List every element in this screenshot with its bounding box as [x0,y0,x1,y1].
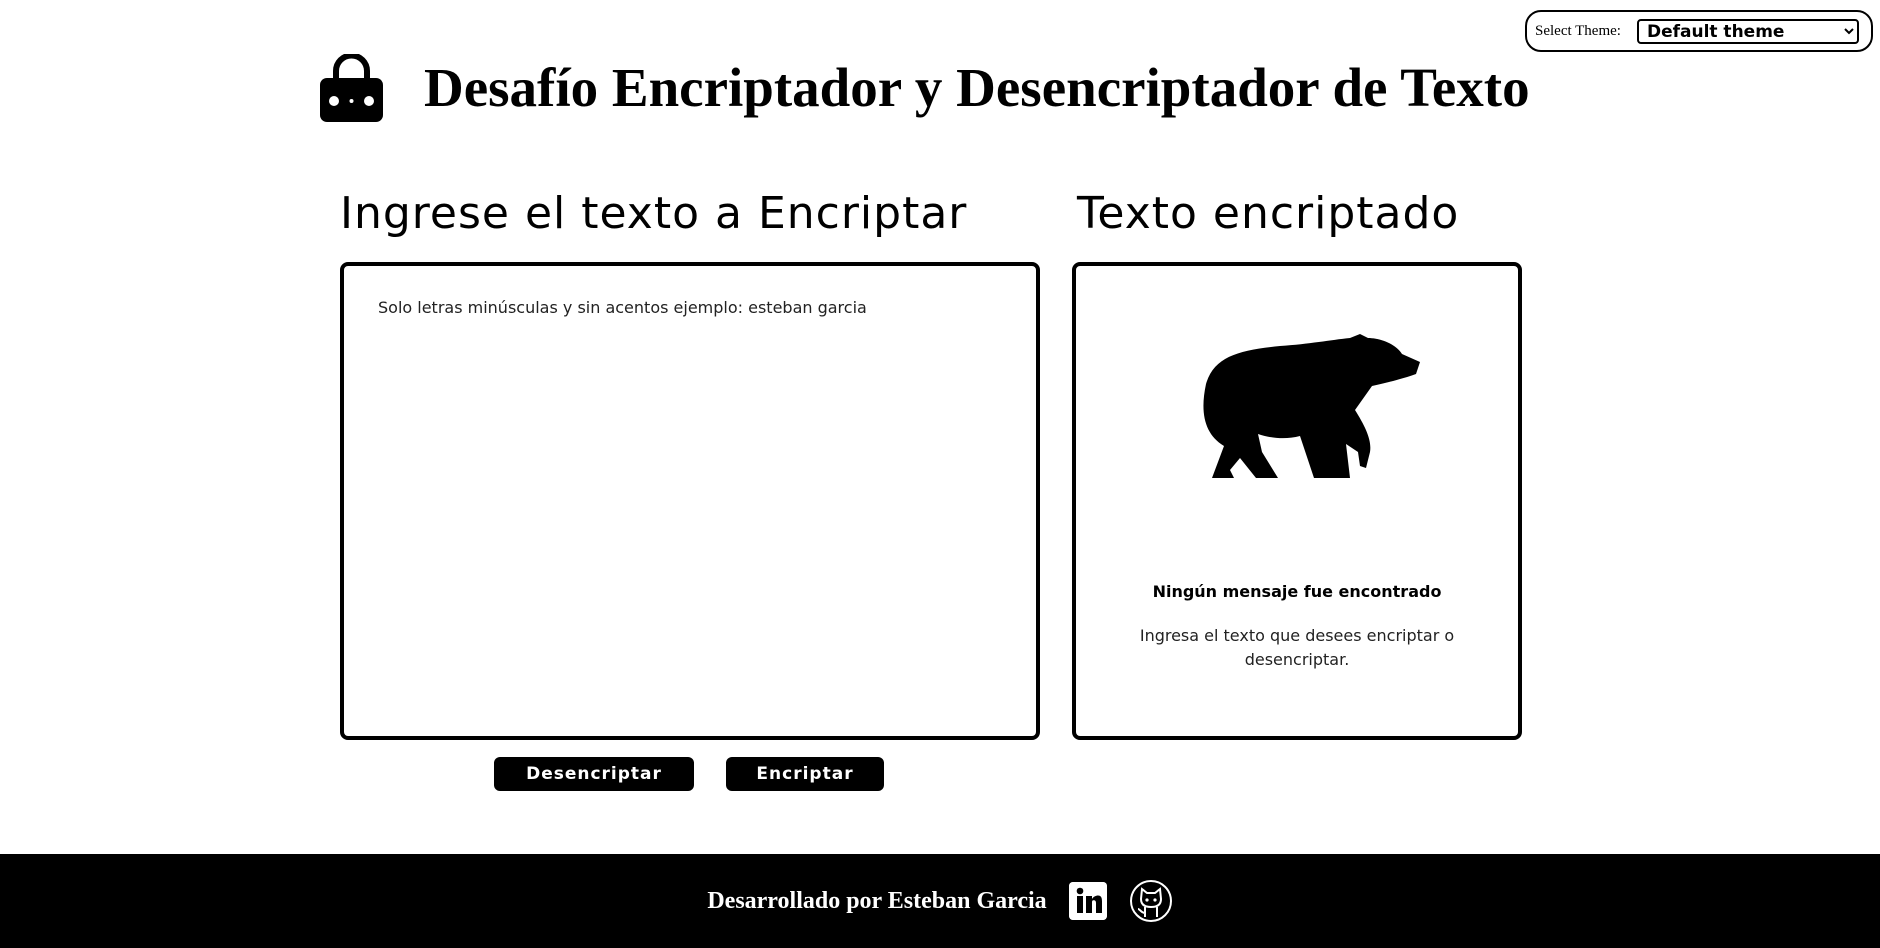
output-panel: Ningún mensaje fue encontrado Ingresa el… [1072,262,1522,740]
footer-credit: Desarrollado por Esteban Garcia [707,887,1047,914]
footer: Desarrollado por Esteban Garcia [0,854,1880,948]
theme-select[interactable]: Default theme [1636,18,1859,44]
theme-selector: Select Theme: Default theme [1525,10,1873,52]
lock-icon [320,54,383,122]
empty-message-title: Ningún mensaje fue encontrado [1152,582,1442,601]
linkedin-icon[interactable] [1068,882,1107,920]
github-icon[interactable] [1129,879,1173,923]
theme-label: Select Theme: [1535,22,1621,39]
input-heading: Ingrese el texto a Encriptar [340,188,968,239]
bear-icon [1203,334,1420,478]
decrypt-button[interactable]: Desencriptar [494,757,694,791]
output-heading: Texto encriptado [1077,188,1460,239]
input-panel [340,262,1040,740]
encrypt-button[interactable]: Encriptar [726,757,884,791]
page-title: Desafío Encriptador y Desencriptador de … [424,57,1530,118]
text-input[interactable] [344,266,1036,736]
empty-message-text: Ingresa el texto que desees encriptar o … [1139,626,1455,669]
